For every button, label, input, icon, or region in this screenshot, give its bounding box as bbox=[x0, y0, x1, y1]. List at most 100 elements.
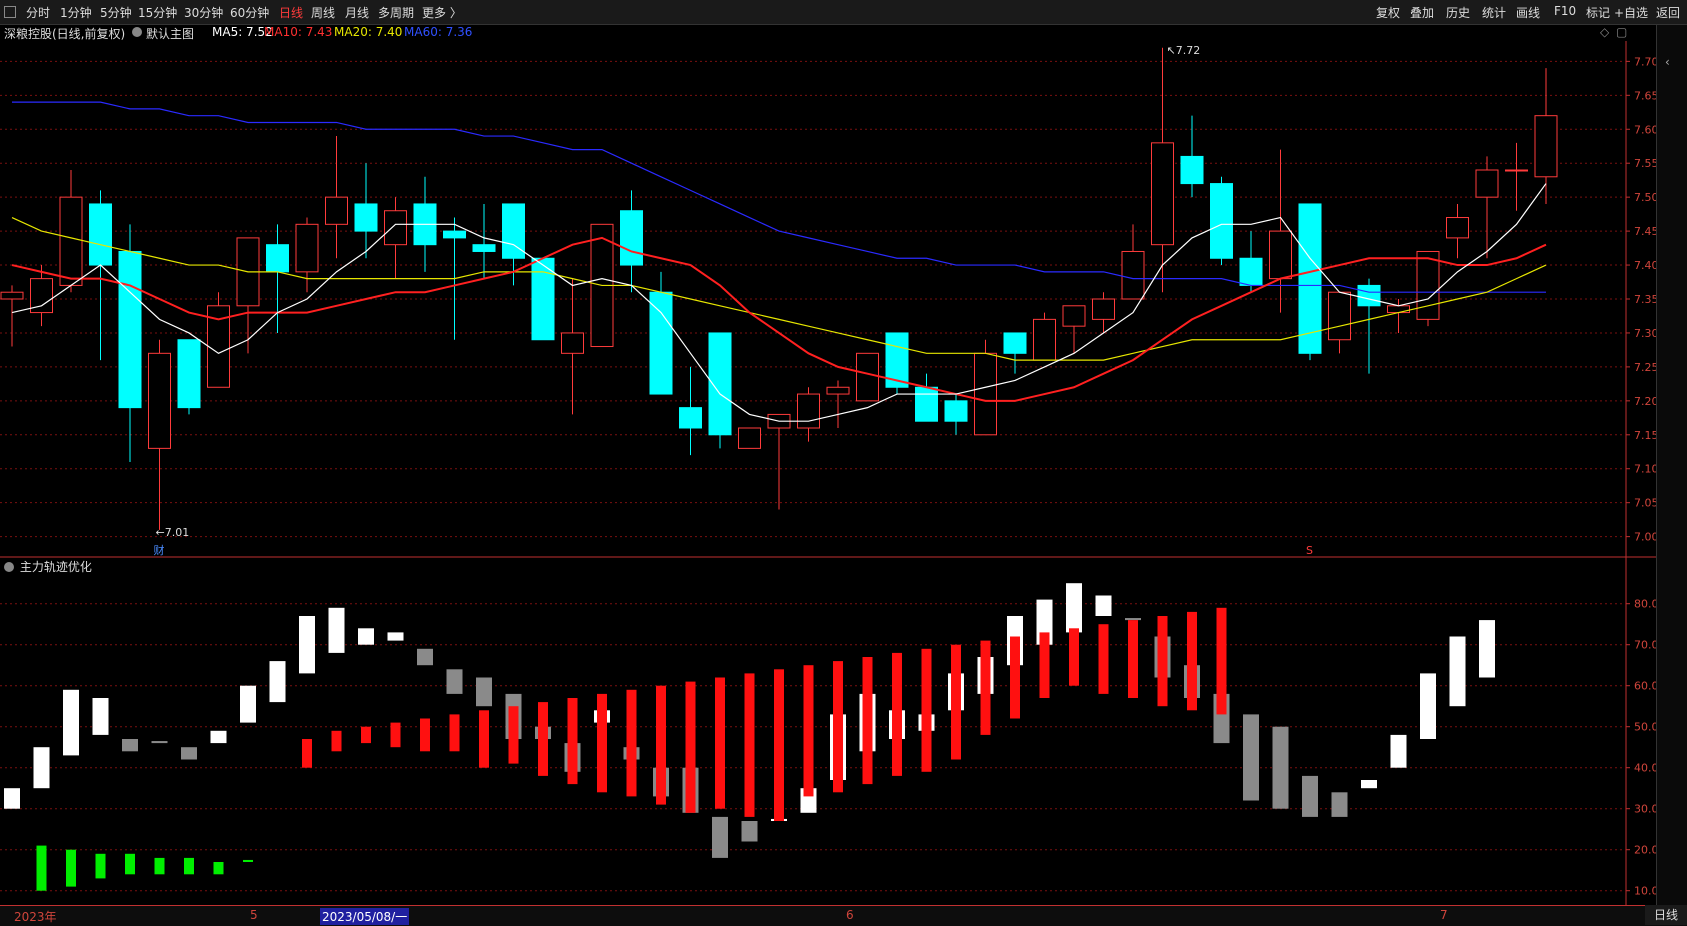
side-panel: ‹ bbox=[1656, 25, 1687, 905]
indicator-bar bbox=[240, 685, 256, 723]
candle-body bbox=[797, 393, 820, 429]
indicator-bar bbox=[1449, 636, 1466, 707]
period-tab[interactable]: 15分钟 bbox=[138, 4, 177, 21]
toolbar-button[interactable]: 复权 bbox=[1376, 4, 1400, 21]
toolbar-button[interactable]: F10 bbox=[1554, 4, 1576, 18]
candle-body bbox=[974, 352, 997, 436]
toolbar-button[interactable]: 历史 bbox=[1446, 4, 1470, 21]
candle-body bbox=[325, 196, 348, 225]
indicator-red-bar bbox=[508, 706, 519, 764]
indicator-bar: 主力轨迹优化 bbox=[0, 558, 92, 574]
indicator-green-bar bbox=[95, 853, 106, 879]
period-tab[interactable]: 周线 bbox=[311, 4, 335, 21]
indicator-red-bar bbox=[597, 693, 607, 793]
collapse-arrow-icon[interactable]: ‹ bbox=[1665, 55, 1670, 69]
indicator-bar bbox=[1302, 775, 1318, 817]
indicator-bar bbox=[4, 788, 20, 809]
indicator-red-bar bbox=[361, 726, 371, 744]
period-tab[interactable]: 5分钟 bbox=[100, 4, 132, 21]
indicator-red-bar bbox=[479, 710, 489, 768]
candle-body bbox=[1416, 250, 1440, 320]
indicator-red-bar bbox=[1216, 607, 1227, 715]
indicator-green-bar bbox=[243, 859, 253, 862]
indicator-red-bar bbox=[1098, 624, 1109, 694]
period-tab[interactable]: 30分钟 bbox=[184, 4, 223, 21]
toolbar: 分时 1分钟 5分钟 15分钟 30分钟 60分钟 日线 周线 月线 多周期 更多 〉 复权 叠加 历史统… bbox=[0, 0, 1687, 25]
axis-label-may: 5 bbox=[250, 908, 258, 922]
indicator-bar bbox=[151, 741, 168, 744]
candle-body bbox=[384, 210, 407, 246]
menu-icon[interactable] bbox=[4, 6, 16, 18]
ma20-label: MA20: 7.40 bbox=[334, 25, 403, 39]
price-tick-label: 7.10 bbox=[1634, 463, 1659, 476]
candle-body bbox=[1239, 257, 1263, 286]
candle-body bbox=[1328, 291, 1351, 341]
period-tab[interactable]: 月线 bbox=[345, 4, 369, 21]
indicator-bar bbox=[122, 739, 138, 752]
indicator-bar bbox=[1095, 595, 1112, 616]
indicator-bar bbox=[358, 628, 374, 645]
candle-body bbox=[1180, 155, 1204, 185]
price-tick-label: 7.30 bbox=[1634, 327, 1659, 340]
template-label[interactable]: 默认主图 bbox=[146, 25, 194, 42]
price-tick-label: 7.25 bbox=[1634, 361, 1659, 374]
indicator-bar bbox=[92, 698, 109, 735]
indicator-red-bar bbox=[1128, 620, 1138, 698]
indicator-bar bbox=[1272, 726, 1289, 809]
price-tick-label: 7.00 bbox=[1634, 531, 1659, 544]
toolbar-button[interactable]: 统计 bbox=[1482, 4, 1506, 21]
high-price-label: ↖7.72 bbox=[1167, 44, 1201, 57]
indicator-bar bbox=[328, 607, 345, 653]
indicator-red-bar bbox=[302, 739, 312, 768]
period-tab[interactable]: 60分钟 bbox=[230, 4, 269, 21]
indicator-red-bar bbox=[449, 714, 460, 752]
period-tab[interactable]: 分时 bbox=[26, 4, 50, 21]
price-tick-label: 7.70 bbox=[1634, 55, 1659, 68]
toolbar-button[interactable]: 返回 bbox=[1656, 4, 1680, 21]
indicator-red-bar bbox=[420, 718, 430, 752]
diamond-icon[interactable]: ◇ bbox=[1600, 25, 1609, 39]
indicator-red-bar bbox=[567, 698, 578, 785]
price-tick-label: 7.55 bbox=[1634, 157, 1659, 170]
indicator-red-bar bbox=[951, 644, 961, 760]
indicator-bar bbox=[741, 821, 758, 842]
indicator-bar bbox=[1066, 583, 1082, 633]
candle-body bbox=[1357, 284, 1381, 307]
toolbar-button[interactable]: 叠加 bbox=[1410, 4, 1434, 21]
indicator-green-bar bbox=[213, 862, 224, 875]
dropdown-icon[interactable] bbox=[4, 562, 14, 572]
candle-body bbox=[679, 407, 702, 429]
toolbar-button[interactable]: 标记 bbox=[1586, 4, 1610, 21]
indicator-bar bbox=[63, 689, 79, 756]
ma10-label: MA10: 7.43 bbox=[264, 25, 333, 39]
candle-body bbox=[266, 244, 289, 273]
candle-body bbox=[1121, 250, 1145, 300]
period-tab[interactable]: 更多 〉 bbox=[422, 4, 462, 21]
indicator-red-bar bbox=[538, 702, 548, 776]
period-tab[interactable]: 多周期 bbox=[378, 4, 414, 21]
time-axis: 2023年 5 2023/05/08/一 6 7 bbox=[0, 905, 1687, 926]
price-tick-label: 7.65 bbox=[1634, 89, 1659, 102]
window-icon[interactable]: ▢ bbox=[1616, 25, 1627, 39]
period-tab[interactable]: 1分钟 bbox=[60, 4, 92, 21]
axis-label-june: 6 bbox=[846, 908, 854, 922]
toolbar-button[interactable]: 画线 bbox=[1516, 4, 1540, 21]
period-tab[interactable]: 日线 bbox=[279, 4, 303, 21]
toolbar-button[interactable]: +自选 bbox=[1614, 4, 1648, 21]
price-tick-label: 7.05 bbox=[1634, 497, 1659, 510]
indicator-red-bar bbox=[803, 665, 814, 797]
indicator-red-bar bbox=[1069, 628, 1079, 686]
kline-chart[interactable]: 7.70 7.65 7.60 7.55 7.50 7.45 7.40 7.35 7.30 7.25… bbox=[0, 0, 1687, 925]
candle-body bbox=[915, 386, 938, 422]
candle-body bbox=[561, 332, 584, 354]
indicator-bar bbox=[1420, 673, 1436, 739]
axis-label-year: 2023年 bbox=[14, 910, 57, 924]
indicator-bar bbox=[446, 669, 463, 694]
indicator-red-bar bbox=[1039, 632, 1050, 698]
template-selector[interactable] bbox=[132, 25, 142, 39]
indicator-name[interactable]: 主力轨迹优化 bbox=[20, 560, 92, 574]
period-button[interactable]: 日线 bbox=[1645, 905, 1687, 925]
indicator-bar bbox=[33, 747, 50, 789]
indicator-bar bbox=[712, 816, 728, 858]
ma60-label: MA60: 7.36 bbox=[404, 25, 473, 39]
